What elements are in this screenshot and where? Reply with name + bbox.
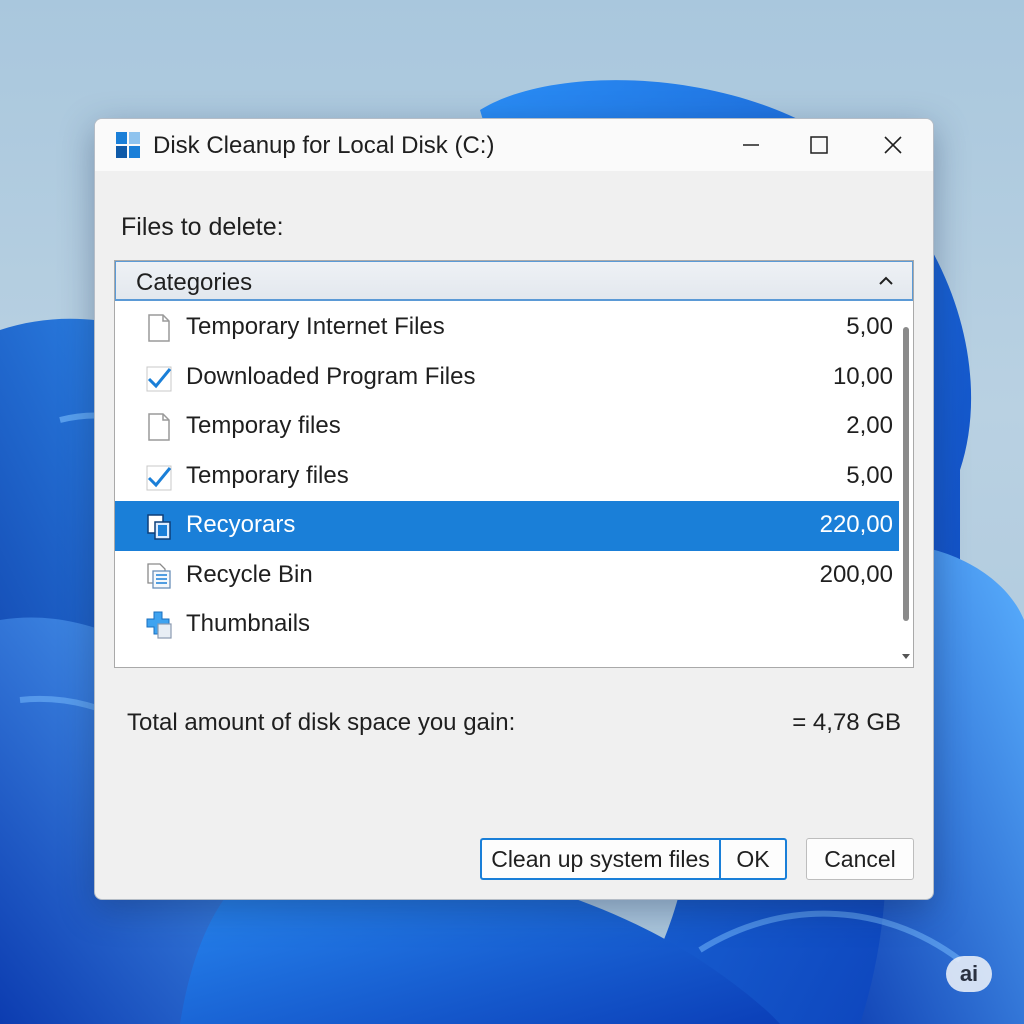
minimize-icon: [743, 144, 759, 146]
maximize-icon: [810, 136, 828, 154]
thumbnails-icon: [146, 611, 172, 639]
disk-space-gain-value: = 4,78 GB: [792, 709, 901, 736]
item-size: 220,00: [819, 511, 893, 538]
clean-up-system-files-button[interactable]: Clean up system files: [480, 838, 720, 880]
item-size: 10,00: [832, 362, 893, 390]
document-icon[interactable]: [145, 412, 173, 442]
files-list[interactable]: Categories Temporary Internet Files 5,00: [114, 260, 914, 668]
copy-files-icon: [147, 514, 171, 540]
item-size: 5,00: [846, 313, 893, 340]
scrollbar-thumb[interactable]: [903, 327, 909, 621]
list-item[interactable]: Temporary Internet Files 5,00: [115, 303, 899, 353]
item-name: Downloaded Program Files: [186, 362, 476, 390]
disk-cleanup-dialog: Disk Cleanup for Local Disk (C:) Files t…: [94, 118, 934, 900]
categories-header-label: Categories: [136, 269, 253, 296]
list-rows: Temporary Internet Files 5,00 Downloaded…: [115, 303, 899, 650]
files-to-delete-label: Files to delete:: [121, 213, 284, 241]
window-title: Disk Cleanup for Local Disk (C:): [153, 132, 495, 159]
list-item[interactable]: Thumbnails: [115, 600, 899, 650]
checkmark-icon[interactable]: [145, 363, 173, 393]
chevron-up-icon[interactable]: [876, 271, 896, 291]
item-size: 2,00: [846, 412, 893, 439]
list-item[interactable]: Recycle Bin 200,00: [115, 551, 899, 601]
list-item[interactable]: Downloaded Program Files 10,00: [115, 353, 899, 403]
list-item[interactable]: Temporay files 2,00: [115, 402, 899, 452]
item-name: Temporay files: [186, 412, 341, 439]
disk-cleanup-icon: [116, 132, 140, 158]
categories-header[interactable]: Categories: [115, 261, 913, 301]
ok-button[interactable]: OK: [719, 838, 787, 880]
item-name: Recycle Bin: [186, 560, 313, 588]
disk-space-gain-label: Total amount of disk space you gain:: [127, 709, 516, 736]
recycle-bin-icon: [147, 562, 171, 589]
item-name: Thumbnails: [186, 610, 311, 637]
title-bar[interactable]: Disk Cleanup for Local Disk (C:): [95, 119, 933, 171]
ai-badge: ai: [946, 956, 992, 992]
document-icon[interactable]: [145, 313, 173, 343]
list-item-selected[interactable]: Recyorars 220,00: [115, 501, 899, 551]
close-button[interactable]: [871, 129, 915, 161]
list-item[interactable]: Temporary files 5,00: [115, 452, 899, 502]
list-scrollbar[interactable]: [900, 305, 912, 667]
item-size: 5,00: [846, 461, 893, 489]
minimize-button[interactable]: [729, 129, 773, 161]
maximize-button[interactable]: [797, 129, 841, 161]
cancel-button[interactable]: Cancel: [806, 838, 914, 880]
item-name: Recyorars: [186, 511, 296, 538]
scroll-down-icon[interactable]: [901, 651, 911, 661]
close-icon: [884, 136, 902, 154]
item-name: Temporary Internet Files: [186, 313, 445, 340]
item-name: Temporary files: [186, 461, 349, 489]
item-size: 200,00: [819, 560, 893, 588]
checkmark-icon[interactable]: [145, 462, 173, 492]
